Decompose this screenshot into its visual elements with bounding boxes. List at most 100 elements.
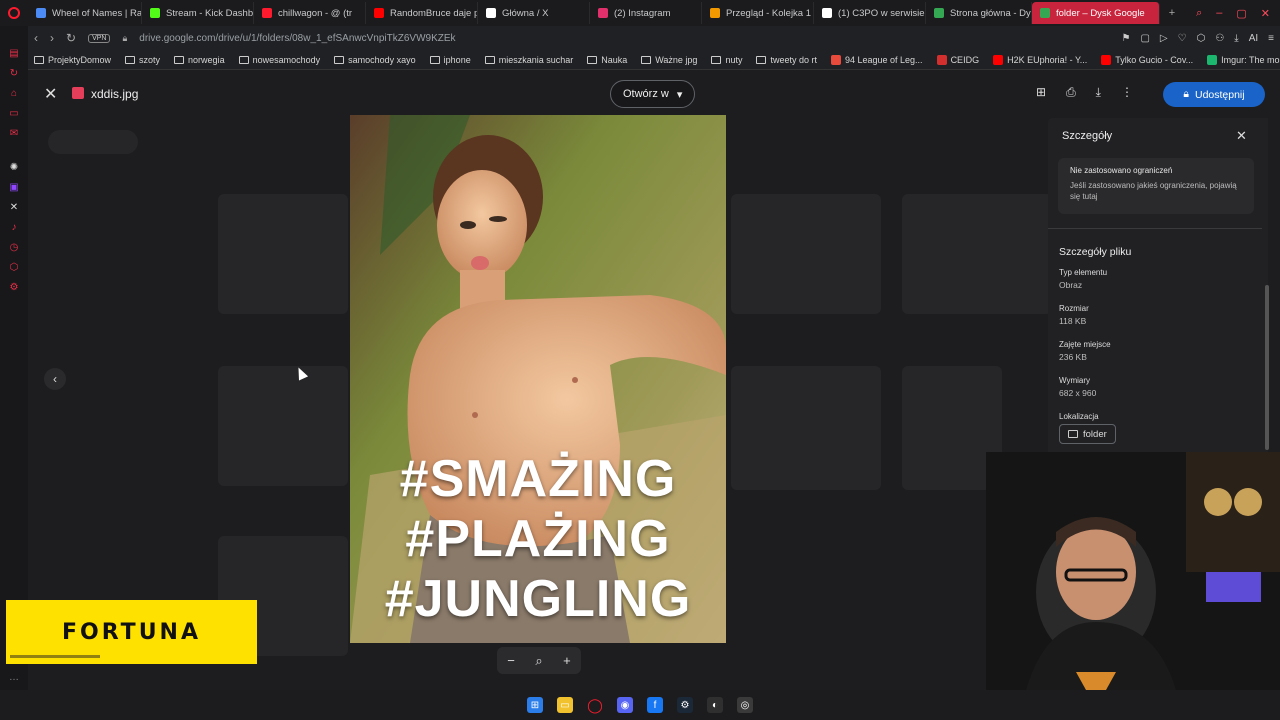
folder-icon bbox=[429, 55, 440, 64]
tab-favicon-icon bbox=[598, 8, 608, 18]
opera-logo-icon[interactable] bbox=[0, 0, 28, 26]
previous-file-button[interactable]: ‹ bbox=[44, 368, 66, 390]
bookmark-site[interactable]: Tylko Gucio - Cov... bbox=[1101, 54, 1193, 65]
more-options-icon[interactable]: ⋮ bbox=[1121, 85, 1133, 100]
bookmark-site[interactable]: H2K EUphoria! - Y... bbox=[993, 54, 1087, 65]
add-shortcut-icon[interactable]: ⊞ bbox=[1036, 85, 1046, 100]
sidebar-more-icon[interactable]: … bbox=[7, 670, 21, 684]
file-explorer-icon[interactable]: ▭ bbox=[557, 697, 573, 713]
zoom-icon[interactable]: ⌕ bbox=[535, 653, 542, 669]
folder-icon bbox=[34, 55, 44, 64]
bookmark-folder[interactable]: nowesamochody bbox=[238, 55, 320, 65]
tab-instagram[interactable]: (2) Instagram bbox=[590, 2, 702, 24]
obs-app-icon[interactable]: ◐ bbox=[707, 697, 723, 713]
sidebar-x-icon[interactable]: ✕ bbox=[7, 200, 21, 214]
tab-drive-home[interactable]: Strona główna - Dysk bbox=[926, 2, 1032, 24]
bookmark-folder[interactable]: iphone bbox=[429, 54, 471, 65]
download-icon[interactable]: ⤓ bbox=[1234, 33, 1238, 44]
download-icon[interactable]: ⤓ bbox=[1096, 85, 1101, 100]
tab-wheel-of-names[interactable]: Wheel of Names | Ran bbox=[28, 2, 142, 24]
close-window-icon[interactable]: ✕ bbox=[1261, 7, 1270, 20]
search-tabs-icon[interactable]: ⌕ bbox=[1196, 7, 1202, 20]
heart-icon[interactable]: ♡ bbox=[1178, 33, 1187, 44]
sidebar-settings-icon[interactable]: ⚙ bbox=[7, 280, 21, 294]
open-with-button[interactable]: Otwórz w ▾ bbox=[610, 80, 696, 108]
tab-chillwagon[interactable]: chillwagon - @ (tr bbox=[254, 2, 366, 24]
screenshot-icon[interactable]: ▢ bbox=[1140, 33, 1149, 44]
ai-button[interactable]: AI bbox=[1249, 33, 1258, 44]
bookmark-label: szoty bbox=[139, 54, 161, 65]
restrictions-notice: Nie zastosowano ograniczeń Jeśli zastoso… bbox=[1058, 158, 1254, 214]
bookmark-site[interactable]: 94 League of Leg... bbox=[830, 54, 923, 65]
bookmark-folder[interactable]: nuty bbox=[711, 55, 742, 65]
bookmark-label: Nauka bbox=[601, 54, 628, 65]
new-tab-button[interactable]: + bbox=[1160, 7, 1184, 19]
bookmark-folder[interactable]: szoty bbox=[125, 55, 160, 65]
sidebar-twitch-icon[interactable]: ▣ bbox=[7, 180, 21, 194]
zoom-in-button[interactable]: + bbox=[563, 653, 571, 668]
bookmark-site[interactable]: Imgur: The most a... bbox=[1207, 54, 1280, 65]
bookmark-folder[interactable]: mieszkania suchar bbox=[484, 55, 573, 65]
bookmark-folder[interactable]: Ważne jpg bbox=[641, 55, 697, 65]
minimize-icon[interactable]: – bbox=[1216, 7, 1222, 20]
sidebar-clock-icon[interactable]: ◷ bbox=[7, 240, 21, 254]
details-title: Szczegóły bbox=[1062, 130, 1113, 142]
app-icon[interactable]: ◎ bbox=[737, 697, 753, 713]
tab-favicon-icon bbox=[36, 8, 46, 18]
tab-drive-folder[interactable]: folder – Dysk Google bbox=[1032, 2, 1160, 24]
url-field[interactable]: drive.google.com/drive/u/1/folders/08w_1… bbox=[139, 33, 455, 44]
maximize-icon[interactable]: ▢ bbox=[1236, 7, 1246, 20]
menu-icon[interactable]: ≡ bbox=[1268, 33, 1274, 44]
forward-icon[interactable]: › bbox=[50, 31, 54, 45]
bookmark-folder[interactable]: norwegia bbox=[174, 55, 225, 65]
location-folder-button[interactable]: folder bbox=[1059, 424, 1116, 444]
lock-icon: 🔒︎ bbox=[122, 32, 128, 43]
tab-favicon-icon bbox=[710, 8, 720, 18]
windows-start-icon[interactable]: ⊞ bbox=[527, 697, 543, 713]
tab-c3po[interactable]: (1) C3PO w serwisie bbox=[814, 2, 926, 24]
sidebar-chatgpt-icon[interactable]: ✺ bbox=[7, 160, 21, 174]
tab-przeglad[interactable]: Przegląd - Kolejka 1 1 bbox=[702, 2, 814, 24]
sidebar-music-icon[interactable]: ♪ bbox=[7, 220, 21, 234]
play-icon[interactable]: ▷ bbox=[1160, 33, 1168, 44]
bookmark-folder[interactable]: ProjektyDomow bbox=[34, 55, 111, 65]
close-details-icon[interactable]: ✕ bbox=[1236, 128, 1247, 144]
vpn-badge[interactable]: VPN bbox=[88, 33, 111, 43]
back-icon[interactable]: ‹ bbox=[34, 31, 38, 45]
photo-caption-line: #SMAŻING bbox=[399, 450, 677, 508]
sidebar-wallet-icon[interactable]: ▭ bbox=[7, 106, 21, 120]
sidebar-history-icon[interactable]: ↻ bbox=[7, 66, 21, 80]
bookmark-folder[interactable]: samochody xayo bbox=[334, 55, 416, 65]
lock-icon: 🔒︎ bbox=[1183, 88, 1189, 100]
profile-icon[interactable]: ⚇ bbox=[1215, 33, 1224, 44]
opera-taskbar-icon[interactable]: ◯ bbox=[587, 697, 603, 713]
bookmark-folder[interactable]: Nauka bbox=[587, 55, 627, 65]
bookmark-label: 94 League of Leg... bbox=[844, 54, 923, 65]
facebook-icon[interactable]: f bbox=[647, 697, 663, 713]
sidebar-bag-icon[interactable]: ⌂ bbox=[7, 86, 21, 100]
sidebar-news-icon[interactable]: ▤ bbox=[7, 46, 21, 60]
bookmarks-bar: ProjektyDomow szoty norwegia nowesamocho… bbox=[28, 50, 1280, 70]
tab-favicon-icon bbox=[150, 8, 160, 18]
sidebar-messenger-icon[interactable]: ✉ bbox=[7, 126, 21, 140]
details-scrollbar[interactable] bbox=[1265, 285, 1269, 450]
tab-kick[interactable]: Stream - Kick Dashbo bbox=[142, 2, 254, 24]
steam-icon[interactable]: ⚙ bbox=[677, 697, 693, 713]
tab-x[interactable]: Główna / X bbox=[478, 2, 590, 24]
sidebar-cube-icon[interactable]: ⬡ bbox=[7, 260, 21, 274]
bookmark-folder[interactable]: tweety do rt bbox=[756, 55, 817, 65]
extensions-icon[interactable]: ⬡ bbox=[1197, 33, 1206, 44]
reload-icon[interactable]: ↻ bbox=[66, 31, 76, 45]
folder-icon bbox=[238, 55, 249, 64]
bookmark-icon[interactable]: ⚑ bbox=[1121, 33, 1130, 44]
print-icon[interactable]: ⎙ bbox=[1066, 85, 1076, 100]
site-favicon-icon bbox=[1207, 54, 1218, 65]
bookmark-label: iphone bbox=[443, 54, 471, 65]
close-viewer-icon[interactable]: ✕ bbox=[44, 84, 57, 104]
tab-favicon-icon bbox=[934, 8, 944, 18]
discord-icon[interactable]: ◉ bbox=[617, 697, 633, 713]
zoom-out-button[interactable]: − bbox=[507, 653, 515, 668]
share-button[interactable]: 🔒︎ Udostępnij bbox=[1163, 82, 1265, 107]
bookmark-site[interactable]: CEIDG bbox=[936, 54, 979, 65]
tab-randombruce[interactable]: RandomBruce daje po bbox=[366, 2, 478, 24]
